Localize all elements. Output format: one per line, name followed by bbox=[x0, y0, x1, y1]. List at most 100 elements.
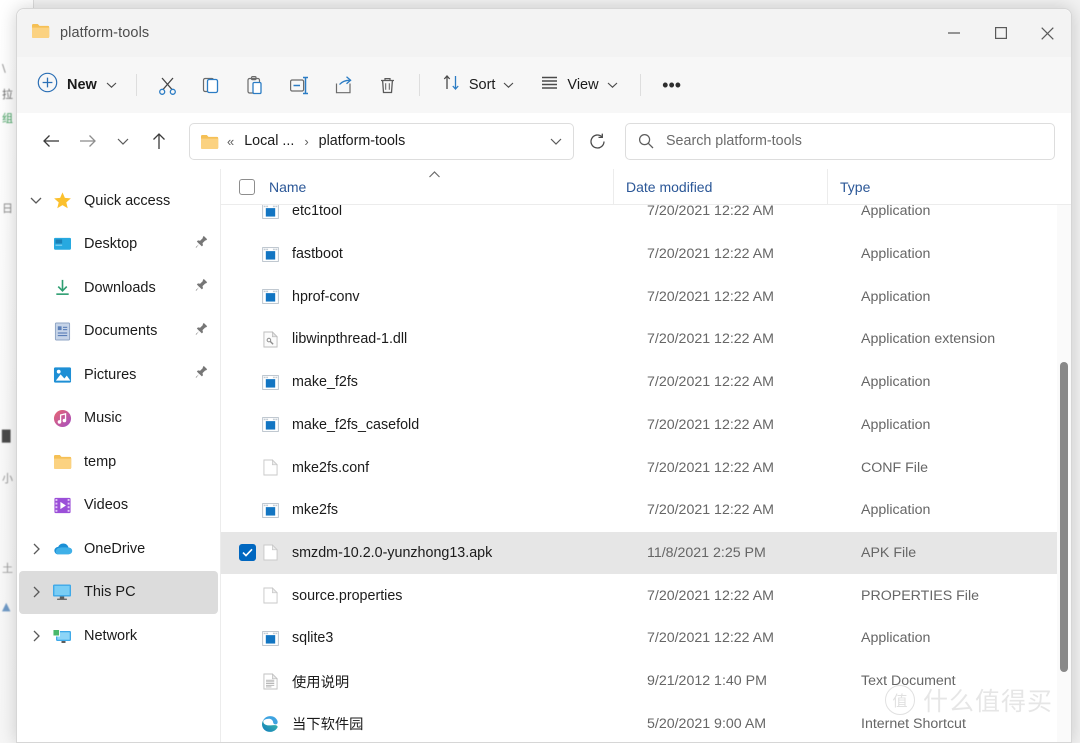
table-row[interactable]: libwinpthread-1.dll 7/20/2021 12:22 AM App… bbox=[221, 318, 1057, 361]
chevron-right-icon[interactable] bbox=[23, 630, 49, 642]
sidebar-label: temp bbox=[84, 453, 117, 470]
sort-button[interactable]: Sort bbox=[431, 67, 526, 103]
file-name: 使用说明 bbox=[292, 674, 350, 691]
exe-icon bbox=[259, 630, 281, 646]
file-explorer-window: platform-tools New Sort View ••• « Local… bbox=[16, 8, 1072, 743]
minimize-button[interactable] bbox=[930, 9, 977, 57]
exe-icon bbox=[259, 502, 281, 518]
refresh-button[interactable] bbox=[580, 124, 614, 158]
exe-icon bbox=[259, 374, 281, 390]
maximize-button[interactable] bbox=[977, 9, 1024, 57]
more-options-button[interactable]: ••• bbox=[652, 67, 692, 103]
file-list-pane[interactable]: Name Date modified Type etc1tool 7/20/202… bbox=[221, 169, 1071, 742]
sidebar-label: Documents bbox=[84, 323, 158, 340]
search-box[interactable] bbox=[625, 122, 1055, 160]
file-date-modified: 7/20/2021 12:22 AM bbox=[647, 288, 775, 305]
pin-icon[interactable] bbox=[195, 322, 208, 341]
sidebar-item-videos[interactable]: Videos bbox=[19, 484, 218, 528]
recent-locations-button[interactable] bbox=[105, 124, 141, 158]
table-row[interactable]: hprof-conv 7/20/2021 12:22 AM Application bbox=[221, 275, 1057, 318]
videos-icon bbox=[49, 496, 75, 515]
sidebar-item-onedrive[interactable]: OneDrive bbox=[19, 527, 218, 571]
select-all-checkbox[interactable] bbox=[239, 178, 255, 195]
table-row[interactable]: 当下软件园 5/20/2021 9:00 AM Internet Shortcut bbox=[221, 702, 1057, 742]
sidebar-item-desktop[interactable]: Desktop bbox=[19, 223, 218, 267]
rename-icon[interactable] bbox=[280, 67, 320, 103]
toolbar-divider-2 bbox=[418, 74, 420, 96]
sidebar-item-this-pc[interactable]: This PC bbox=[19, 570, 218, 614]
sidebar-label: Desktop bbox=[84, 236, 138, 253]
file-type: CONF File bbox=[861, 459, 928, 476]
close-button[interactable] bbox=[1024, 9, 1071, 57]
forward-button[interactable] bbox=[69, 124, 105, 158]
file-type: Application extension bbox=[861, 331, 996, 348]
table-row[interactable]: fastboot 7/20/2021 12:22 AM Application bbox=[221, 233, 1057, 276]
sidebar-label: This PC bbox=[84, 584, 136, 601]
share-icon[interactable] bbox=[324, 67, 364, 103]
paste-icon[interactable] bbox=[236, 67, 276, 103]
cut-scissors-icon[interactable] bbox=[148, 67, 188, 103]
plus-circle-icon bbox=[37, 72, 58, 98]
back-button[interactable] bbox=[33, 124, 69, 158]
table-row[interactable]: make_f2fs_casefold 7/20/2021 12:22 AM Appl… bbox=[221, 404, 1057, 447]
up-button[interactable] bbox=[141, 124, 177, 158]
column-header-name[interactable]: Name bbox=[221, 169, 613, 205]
command-bar: New Sort View ••• bbox=[17, 57, 1071, 113]
trash-icon[interactable] bbox=[368, 67, 408, 103]
table-row[interactable]: 使用说明 9/21/2012 1:40 PM Text Document bbox=[221, 660, 1057, 703]
table-row[interactable]: make_f2fs 7/20/2021 12:22 AM Application bbox=[221, 361, 1057, 404]
view-button[interactable]: View bbox=[529, 67, 628, 103]
copy-icon[interactable] bbox=[192, 67, 232, 103]
navigation-pane[interactable]: Quick access Desktop Downloads Documents… bbox=[17, 169, 221, 742]
scrollbar-thumb[interactable] bbox=[1060, 362, 1068, 672]
breadcrumb-overflow[interactable]: « bbox=[227, 134, 234, 149]
star-icon bbox=[49, 191, 75, 210]
search-input[interactable] bbox=[666, 133, 1042, 149]
file-date-modified: 7/20/2021 12:22 AM bbox=[647, 502, 775, 519]
chevron-right-icon[interactable] bbox=[23, 543, 49, 555]
file-date-modified: 7/20/2021 12:22 AM bbox=[647, 587, 775, 604]
sidebar-item-downloads[interactable]: Downloads bbox=[19, 266, 218, 310]
column-header-date-modified[interactable]: Date modified bbox=[613, 169, 827, 205]
file-date-modified: 7/20/2021 12:22 AM bbox=[647, 416, 775, 433]
file-type: PROPERTIES File bbox=[861, 587, 979, 604]
file-name: make_f2fs bbox=[292, 374, 358, 391]
file-name: mke2fs bbox=[292, 502, 339, 519]
breadcrumb: « Local ... › platform-tools bbox=[227, 130, 543, 152]
sort-arrows-icon bbox=[442, 73, 461, 97]
sidebar-item-pictures[interactable]: Pictures bbox=[19, 353, 218, 397]
sidebar-item-network[interactable]: Network bbox=[19, 614, 218, 658]
table-row[interactable]: sqlite3 7/20/2021 12:22 AM Application bbox=[221, 617, 1057, 660]
edge-icon bbox=[259, 715, 281, 733]
music-icon bbox=[49, 409, 75, 428]
table-row[interactable]: mke2fs.conf 7/20/2021 12:22 AM CONF File bbox=[221, 446, 1057, 489]
pin-icon[interactable] bbox=[195, 235, 208, 254]
table-row[interactable]: smzdm-10.2.0-yunzhong13.apk 11/8/2021 2:2… bbox=[221, 531, 1057, 575]
address-bar[interactable]: « Local ... › platform-tools bbox=[189, 122, 574, 160]
file-name: hprof-conv bbox=[292, 288, 360, 305]
row-checkbox[interactable] bbox=[239, 544, 257, 562]
chevron-down-icon bbox=[106, 76, 117, 94]
file-type: Application bbox=[861, 630, 931, 647]
breadcrumb-item-platform-tools[interactable]: platform-tools bbox=[315, 130, 410, 152]
file-name: make_f2fs_casefold bbox=[292, 416, 420, 433]
file-rows: etc1tool 7/20/2021 12:22 AM Application fas… bbox=[221, 203, 1071, 742]
sidebar-item-quick-access[interactable]: Quick access bbox=[19, 179, 218, 223]
sidebar-item-music[interactable]: Music bbox=[19, 397, 218, 441]
chevron-right-icon[interactable] bbox=[23, 586, 49, 598]
pin-icon[interactable] bbox=[195, 365, 208, 384]
sidebar-item-temp[interactable]: temp bbox=[19, 440, 218, 484]
table-row[interactable]: mke2fs 7/20/2021 12:22 AM Application bbox=[221, 489, 1057, 532]
chevron-down-icon[interactable] bbox=[543, 127, 569, 155]
vertical-scrollbar[interactable] bbox=[1057, 205, 1071, 742]
pin-icon[interactable] bbox=[195, 278, 208, 297]
table-row[interactable]: source.properties 7/20/2021 12:22 AM PROPE… bbox=[221, 574, 1057, 617]
file-type: Text Document bbox=[861, 673, 956, 690]
column-header-type[interactable]: Type bbox=[827, 169, 1022, 205]
file-date-modified: 7/20/2021 12:22 AM bbox=[647, 203, 775, 220]
chevron-down-icon[interactable] bbox=[23, 196, 49, 205]
breadcrumb-item-local[interactable]: Local ... bbox=[240, 130, 298, 152]
document-icon bbox=[49, 322, 75, 341]
sidebar-item-documents[interactable]: Documents bbox=[19, 310, 218, 354]
new-button[interactable]: New bbox=[31, 68, 127, 102]
